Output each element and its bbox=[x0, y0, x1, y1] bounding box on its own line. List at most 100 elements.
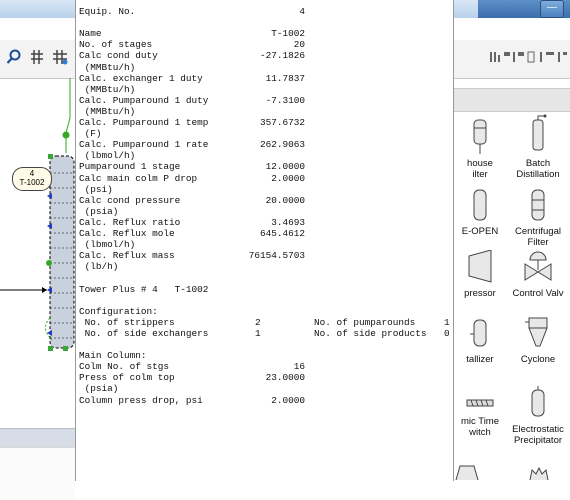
palette-label: Centrifugal Filter bbox=[515, 226, 561, 248]
palette-item-house-filter[interactable]: house ilter bbox=[452, 118, 508, 180]
titlebar-controls-area: — bbox=[478, 0, 570, 18]
palette-item-crystallizer[interactable]: tallizer bbox=[452, 316, 508, 365]
report-line: No. of stages 20 bbox=[79, 39, 449, 50]
palette-item-compressor[interactable]: pressor bbox=[452, 250, 508, 299]
report-value: 2 bbox=[255, 316, 261, 328]
report-line: Calc. Pumparound 1 temp 357.6732 bbox=[79, 117, 449, 128]
palette-item-dynamic-time-switch[interactable]: mic Time witch bbox=[452, 394, 508, 438]
report-label: (psi) bbox=[79, 183, 113, 195]
report-value: 262.9063 bbox=[259, 139, 305, 151]
report-label: (psia) bbox=[79, 383, 119, 395]
equipment-report-window[interactable]: Equip. No. 4 Name T-1002 No. of stages 20 Calc… bbox=[75, 0, 454, 481]
palette-label: Batch Distillation bbox=[516, 158, 560, 180]
palette-item-centrifugal-filter[interactable]: Centrifugal Filter bbox=[510, 188, 566, 248]
palette-label: mic Time witch bbox=[461, 416, 499, 438]
report-label: (MMBtu/h) bbox=[79, 105, 136, 117]
report-label: No. of stages bbox=[79, 39, 153, 51]
palette-item-batch-distillation[interactable]: Batch Distillation bbox=[510, 114, 566, 180]
switch-icon bbox=[466, 399, 494, 407]
flowsheet-canvas[interactable] bbox=[0, 78, 75, 428]
report-value: 76154.5703 bbox=[248, 250, 305, 262]
report-line: (lb/h) bbox=[79, 261, 449, 272]
report-line: Calc. Reflux mass 76154.5703 bbox=[79, 250, 449, 261]
report-value: 2.0000 bbox=[271, 394, 305, 406]
control-valve-icon bbox=[524, 251, 552, 281]
report-label: (lbmol/h) bbox=[79, 239, 136, 251]
report-label: Calc. Pumparound 1 duty bbox=[79, 94, 209, 106]
report-line bbox=[79, 272, 449, 283]
report-line: (psia) bbox=[79, 206, 449, 217]
report-line: No. of strippers 2 No. of pumparounds 1 bbox=[79, 316, 450, 328]
palette-label: tallizer bbox=[466, 354, 494, 365]
stream-node bbox=[62, 131, 70, 139]
report-line: Calc. Pumparound 1 duty -7.3100 bbox=[79, 95, 449, 106]
report-value-secondary: 0 bbox=[444, 327, 450, 339]
search-icon[interactable] bbox=[6, 49, 22, 65]
report-value: 357.6732 bbox=[259, 117, 305, 128]
tower-column bbox=[49, 155, 75, 349]
palette-tools-icon[interactable] bbox=[490, 50, 568, 64]
report-label: Tower Plus # 4 T-1002 bbox=[79, 283, 209, 295]
block-name: T-1002 bbox=[19, 178, 45, 187]
centrifugal-filter-icon bbox=[531, 189, 545, 221]
report-line: No. of side exchangers 1 No. of side produ… bbox=[79, 327, 450, 339]
report-label: Column press drop, psi bbox=[79, 394, 203, 406]
compressor-icon bbox=[468, 250, 492, 283]
report-value: 20.0000 bbox=[265, 194, 305, 206]
report-label: Main Column: bbox=[79, 350, 147, 362]
report-label: (lbmol/h) bbox=[79, 150, 136, 162]
report-line: Press of colm top 23.0000 bbox=[79, 372, 449, 383]
report-value-secondary: 1 bbox=[444, 316, 450, 328]
flowsheet-panel[interactable]: 4 T-1002 bbox=[0, 18, 75, 500]
report-line: Calc cond duty -27.1826 bbox=[79, 50, 449, 61]
crystallizer-icon bbox=[470, 319, 487, 347]
report-value: 645.4612 bbox=[259, 228, 305, 239]
selection-handle bbox=[63, 346, 68, 351]
palette-label: house ilter bbox=[467, 158, 493, 180]
report-label: Press of colm top bbox=[79, 372, 175, 384]
report-value: 12.0000 bbox=[265, 161, 305, 173]
report-value: 11.7837 bbox=[265, 72, 305, 84]
report-line bbox=[79, 295, 449, 306]
report-line: (MMBtu/h) bbox=[79, 84, 449, 95]
palette-item-control-valve[interactable]: Control Valv bbox=[510, 250, 566, 299]
report-line: (lbmol/h) bbox=[79, 239, 449, 250]
report-label-secondary: No. of pumparounds bbox=[314, 316, 416, 328]
report-line: (psi) bbox=[79, 184, 449, 195]
palette-partial-icon bbox=[529, 466, 549, 481]
report-label: Calc. Pumparound 1 temp bbox=[79, 117, 209, 128]
report-value: 4 bbox=[299, 6, 305, 17]
report-line bbox=[79, 17, 449, 28]
report-line: (lbmol/h) bbox=[79, 150, 449, 161]
report-label: Calc main colm P drop bbox=[79, 172, 198, 184]
palette-item-cyclone[interactable]: Cyclone bbox=[510, 316, 566, 365]
selection-handle bbox=[48, 154, 53, 159]
report-line: Colm No. of stgs 16 bbox=[79, 361, 449, 372]
report-line: Pumparound 1 stage 12.0000 bbox=[79, 161, 449, 172]
report-label: Pumparound 1 stage bbox=[79, 161, 181, 173]
palette-item-electrostatic-precipitator[interactable]: Electrostatic Precipitator bbox=[510, 386, 566, 446]
report-value: T-1002 bbox=[271, 28, 305, 40]
report-line: Name T-1002 bbox=[79, 28, 449, 39]
report-line: (F) bbox=[79, 128, 449, 139]
report-label: Calc. Reflux mole bbox=[79, 228, 175, 239]
report-value: 16 bbox=[293, 361, 305, 373]
report-line: (MMBtu/h) bbox=[79, 106, 449, 117]
grid-icon[interactable] bbox=[30, 49, 44, 65]
palette-item-e-open[interactable]: E-OPEN bbox=[452, 188, 508, 237]
flowsheet-toolbar bbox=[0, 40, 75, 79]
report-line: Calc. Pumparound 1 rate 262.9063 bbox=[79, 139, 449, 150]
precipitator-icon bbox=[531, 386, 545, 417]
report-label: (MMBtu/h) bbox=[79, 83, 136, 95]
report-label: (lb/h) bbox=[79, 261, 119, 273]
report-line: Tower Plus # 4 T-1002 bbox=[79, 284, 449, 295]
minimize-button[interactable]: — bbox=[540, 0, 564, 18]
status-bar bbox=[0, 428, 75, 447]
block-label-bubble[interactable]: 4 T-1002 bbox=[12, 167, 52, 191]
report-value: 2.0000 bbox=[271, 172, 305, 184]
grid-snap-icon[interactable] bbox=[52, 49, 68, 65]
report-line: Calc. Reflux mole 645.4612 bbox=[79, 228, 449, 239]
report-label: Calc. Reflux ratio bbox=[79, 216, 181, 228]
report-value: 20 bbox=[293, 39, 305, 51]
block-number: 4 bbox=[29, 169, 35, 178]
